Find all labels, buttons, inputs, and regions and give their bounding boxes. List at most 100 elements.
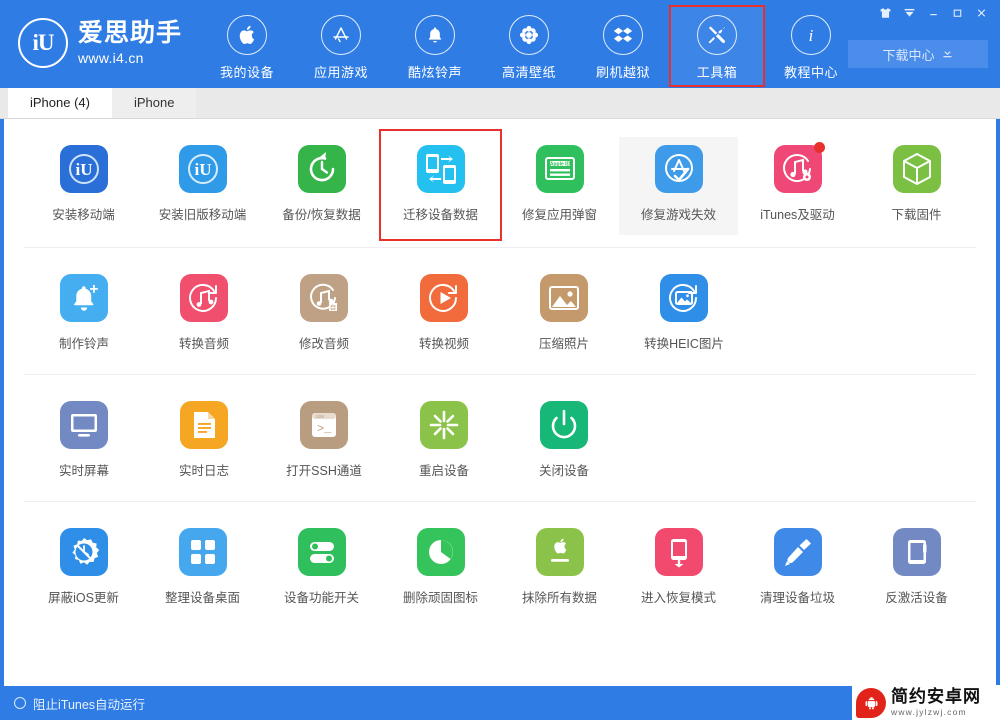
tool-live-log[interactable]: 实时日志 — [144, 393, 264, 489]
tool-itunes-driver[interactable]: iTunes及驱动 — [738, 137, 857, 235]
appstore-icon — [321, 15, 361, 55]
tool-block-ios-update[interactable]: 屏蔽iOS更新 — [24, 520, 143, 616]
svg-text:自: 自 — [330, 303, 337, 312]
nav-item-apps-games[interactable]: 应用游戏 — [294, 6, 388, 86]
tool-label: 修复游戏失效 — [640, 208, 716, 222]
tool-label: 迁移设备数据 — [402, 208, 478, 222]
nav-item-ringtones[interactable]: 酷炫铃声 — [388, 6, 482, 86]
app-header: iU 爱思助手 www.i4.cn 我的设备 应用游戏 酷炫铃声 高清壁纸 刷机… — [0, 0, 1000, 88]
erase-all-icon — [535, 528, 584, 576]
firmware-box-icon — [892, 145, 941, 193]
tool-label: 制作铃声 — [58, 337, 109, 351]
live-log-icon — [180, 401, 228, 449]
nav-label: 酷炫铃声 — [407, 65, 462, 80]
tool-convert-heic[interactable]: 转换HEIC图片 — [624, 266, 744, 362]
brand-url: www.i4.cn — [78, 50, 144, 66]
nav-item-wallpapers[interactable]: 高清壁纸 — [482, 6, 576, 86]
minimize-icon[interactable] — [922, 3, 944, 23]
watermark-url: www.jylzwj.com — [891, 707, 967, 718]
tool-feature-toggle[interactable]: 设备功能开关 — [262, 520, 381, 616]
nav-item-flash-jailbreak[interactable]: 刷机越狱 — [576, 6, 670, 86]
tool-label: 实时屏幕 — [58, 464, 109, 478]
deactivate-icon — [892, 528, 941, 576]
tool-label: 转换音频 — [178, 337, 229, 351]
tool-delete-stubborn-icon[interactable]: 删除顽固图标 — [381, 520, 500, 616]
block-itunes-label: 阻止iTunes自动运行 — [33, 697, 146, 712]
tab-iphone[interactable]: iPhone — [111, 87, 197, 118]
tool-label: 设备功能开关 — [283, 591, 359, 605]
arrange-desktop-icon — [178, 528, 227, 576]
tool-label: 转换视频 — [418, 337, 469, 351]
tool-label: 实时日志 — [178, 464, 229, 478]
power-off-icon — [540, 401, 588, 449]
menu-icon[interactable] — [898, 3, 920, 23]
tool-label: 打开SSH通道 — [286, 464, 362, 478]
nav-label: 工具箱 — [696, 65, 738, 80]
svg-text:iU: iU — [75, 160, 92, 179]
brand-logo: iU 爱思助手 www.i4.cn — [18, 18, 182, 68]
tool-backup-restore[interactable]: 备份/恢复数据 — [262, 137, 381, 235]
radio-icon — [14, 697, 26, 709]
tab-iphone-4[interactable]: iPhone (4) — [8, 87, 112, 118]
skin-icon[interactable] — [874, 3, 896, 23]
nav-label: 我的设备 — [219, 65, 274, 80]
notification-badge — [813, 142, 825, 153]
device-tabstrip: iPhone (4) iPhone — [0, 87, 1000, 119]
tool-make-ringtone[interactable]: 制作铃声 — [24, 266, 144, 362]
tool-convert-video[interactable]: 转换视频 — [384, 266, 504, 362]
tool-label: 安装移动端 — [52, 208, 115, 222]
tool-recovery-mode[interactable]: 进入恢复模式 — [619, 520, 738, 616]
tool-label: 关闭设备 — [538, 464, 589, 478]
nav-item-tutorials[interactable]: i 教程中心 — [764, 6, 858, 86]
nav-item-my-device[interactable]: 我的设备 — [200, 6, 294, 86]
appstore-fix-icon — [654, 145, 703, 193]
tool-label: 整理设备桌面 — [164, 591, 240, 605]
tool-compress-photo[interactable]: 压缩照片 — [504, 266, 624, 362]
android-logo-icon — [856, 687, 886, 718]
recovery-mode-icon — [654, 528, 703, 576]
tool-arrange-desktop[interactable]: 整理设备桌面 — [143, 520, 262, 616]
watermark: 简约安卓网 www.jylzwj.com — [852, 685, 1000, 720]
tool-label: 清理设备垃圾 — [759, 591, 835, 605]
tool-convert-audio[interactable]: 转换音频 — [144, 266, 264, 362]
tool-edit-audio[interactable]: 自 修改音频 — [264, 266, 384, 362]
download-center-button[interactable]: 下载中心 — [848, 40, 988, 68]
tool-open-ssh[interactable]: SSH >_ 打开SSH通道 — [264, 393, 384, 489]
tool-label: 反激活设备 — [885, 591, 948, 605]
audio-edit-icon: 自 — [300, 274, 348, 322]
app-window: iU 爱思助手 www.i4.cn 我的设备 应用游戏 酷炫铃声 高清壁纸 刷机… — [0, 0, 1000, 720]
nav-label: 教程中心 — [783, 65, 838, 80]
tool-install-old-mobile[interactable]: iU 安装旧版移动端 — [143, 137, 262, 235]
svg-text:SSH: SSH — [316, 414, 325, 420]
toolbox-row: 屏蔽iOS更新 整理设备桌面 设备功能开关 删除顽固图标 抹除所有数据 进入恢复… — [24, 502, 976, 628]
info-icon: i — [791, 15, 831, 55]
flower-icon — [509, 15, 549, 55]
tool-live-screen[interactable]: 实时屏幕 — [24, 393, 144, 489]
tool-shutdown-device[interactable]: 关闭设备 — [504, 393, 624, 489]
tool-label: 备份/恢复数据 — [282, 208, 361, 222]
nav-item-toolbox[interactable]: 工具箱 — [669, 5, 765, 87]
maximize-icon[interactable] — [946, 3, 968, 23]
tools-icon — [697, 15, 737, 55]
audio-convert-icon — [180, 274, 228, 322]
brand-badge-icon: iU — [18, 18, 68, 68]
tool-install-mobile[interactable]: iU 安装移动端 — [24, 137, 143, 235]
tool-fix-app-popup[interactable]: Apple ID 修复应用弹窗 — [500, 137, 619, 235]
close-icon[interactable] — [970, 3, 992, 23]
clean-junk-icon — [773, 528, 822, 576]
tool-restart-device[interactable]: 重启设备 — [384, 393, 504, 489]
ssh-terminal-icon: SSH >_ — [300, 401, 348, 449]
dropbox-icon — [603, 15, 643, 55]
block-itunes-toggle[interactable]: 阻止iTunes自动运行 — [0, 694, 145, 713]
tool-migrate-device-data[interactable]: 迁移设备数据 — [379, 129, 502, 241]
tool-clean-junk[interactable]: 清理设备垃圾 — [738, 520, 857, 616]
i4-app-icon: iU — [59, 145, 108, 193]
tool-deactivate-device[interactable]: 反激活设备 — [857, 520, 976, 616]
body-wrapper: iU 安装移动端 iU 安装旧版移动端 备份/恢复数据 迁移设备数据 Apple… — [0, 119, 1000, 686]
tool-download-firmware[interactable]: 下载固件 — [857, 137, 976, 235]
migrate-data-icon — [416, 145, 465, 193]
tool-fix-game-failure[interactable]: 修复游戏失效 — [619, 137, 738, 235]
svg-text:Apple ID: Apple ID — [549, 161, 570, 167]
toolbox-row: iU 安装移动端 iU 安装旧版移动端 备份/恢复数据 迁移设备数据 Apple… — [24, 119, 976, 248]
tool-erase-all-data[interactable]: 抹除所有数据 — [500, 520, 619, 616]
